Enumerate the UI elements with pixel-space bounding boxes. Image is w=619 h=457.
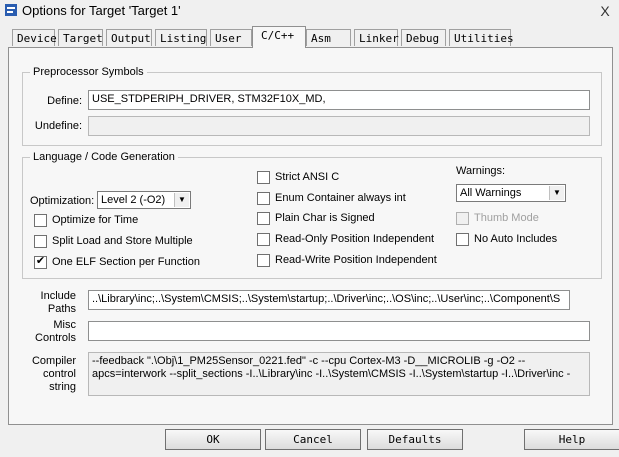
- tab-utilities[interactable]: Utilities: [449, 29, 514, 46]
- include-paths-label-line2: Paths: [47, 303, 76, 315]
- chevron-down-icon: ▼: [174, 193, 189, 207]
- close-button[interactable]: X: [592, 2, 618, 20]
- tab-debug[interactable]: Debug: [401, 29, 446, 46]
- tab-c-cpp[interactable]: C/C++: [252, 26, 306, 48]
- define-field[interactable]: USE_STDPERIPH_DRIVER, STM32F10X_MD,: [88, 90, 590, 110]
- defaults-button[interactable]: Defaults: [367, 429, 463, 450]
- enum-container-label: Enum Container always int: [275, 192, 406, 204]
- include-paths-label-line1: Include: [40, 290, 76, 302]
- optimize-for-time-label: Optimize for Time: [52, 214, 139, 226]
- ro-position-independent-label: Read-Only Position Independent: [275, 233, 434, 245]
- undefine-field[interactable]: [88, 116, 590, 136]
- tab-device[interactable]: Device: [12, 29, 57, 46]
- compiler-string-line-2: apcs=interwork --split_sections -I..\Lib…: [92, 368, 571, 380]
- checkmark-icon: ✔: [35, 255, 46, 267]
- thumb-mode-label: Thumb Mode: [474, 212, 539, 224]
- no-auto-includes-label: No Auto Includes: [474, 233, 558, 245]
- tab-target[interactable]: Target: [58, 29, 103, 46]
- window-title: Options for Target 'Target 1': [22, 3, 181, 18]
- undefine-label: Undefine:: [34, 120, 82, 132]
- tab-output[interactable]: Output: [106, 29, 152, 46]
- compiler-string-label-line3: string: [49, 381, 76, 393]
- warnings-select[interactable]: All Warnings ▼: [456, 184, 566, 202]
- tab-listing[interactable]: Listing: [155, 29, 207, 46]
- misc-controls-label-line2: Controls: [35, 332, 76, 344]
- rw-position-independent-label: Read-Write Position Independent: [275, 254, 437, 266]
- keil-window-icon: [5, 4, 17, 16]
- one-elf-section-label: One ELF Section per Function: [52, 256, 200, 268]
- misc-controls-field[interactable]: [88, 321, 590, 341]
- compiler-string-label-line1: Compiler: [31, 355, 76, 367]
- ok-button[interactable]: OK: [165, 429, 261, 450]
- tab-user[interactable]: User: [210, 29, 252, 46]
- tab-asm[interactable]: Asm: [306, 29, 351, 46]
- preprocessor-group-title: Preprocessor Symbols: [30, 66, 147, 78]
- help-button[interactable]: Help: [524, 429, 619, 450]
- plain-char-signed-label: Plain Char is Signed: [275, 212, 375, 224]
- warnings-value: All Warnings: [460, 187, 522, 199]
- optimization-select[interactable]: Level 2 (-O2) ▼: [97, 191, 191, 209]
- define-label: Define:: [47, 95, 82, 107]
- warnings-label: Warnings:: [456, 165, 506, 177]
- optimization-value: Level 2 (-O2): [101, 194, 166, 206]
- compiler-string-line-1: --feedback ".\Obj\1_PM25Sensor_0221.fed"…: [92, 355, 526, 367]
- strict-ansi-c-label: Strict ANSI C: [275, 171, 340, 183]
- language-group-title: Language / Code Generation: [30, 151, 178, 163]
- chevron-down-icon: ▼: [549, 186, 564, 200]
- tab-linker[interactable]: Linker: [354, 29, 399, 46]
- close-icon: X: [600, 3, 610, 19]
- compiler-control-string[interactable]: --feedback ".\Obj\1_PM25Sensor_0221.fed"…: [88, 352, 590, 396]
- split-load-store-label: Split Load and Store Multiple: [52, 235, 193, 247]
- misc-controls-label-line1: Misc: [53, 319, 76, 331]
- cancel-button[interactable]: Cancel: [265, 429, 361, 450]
- include-paths-field[interactable]: ..\Library\inc;..\System\CMSIS;..\System…: [88, 290, 570, 310]
- compiler-string-label-line2: control: [42, 368, 76, 380]
- optimization-label: Optimization:: [30, 195, 95, 207]
